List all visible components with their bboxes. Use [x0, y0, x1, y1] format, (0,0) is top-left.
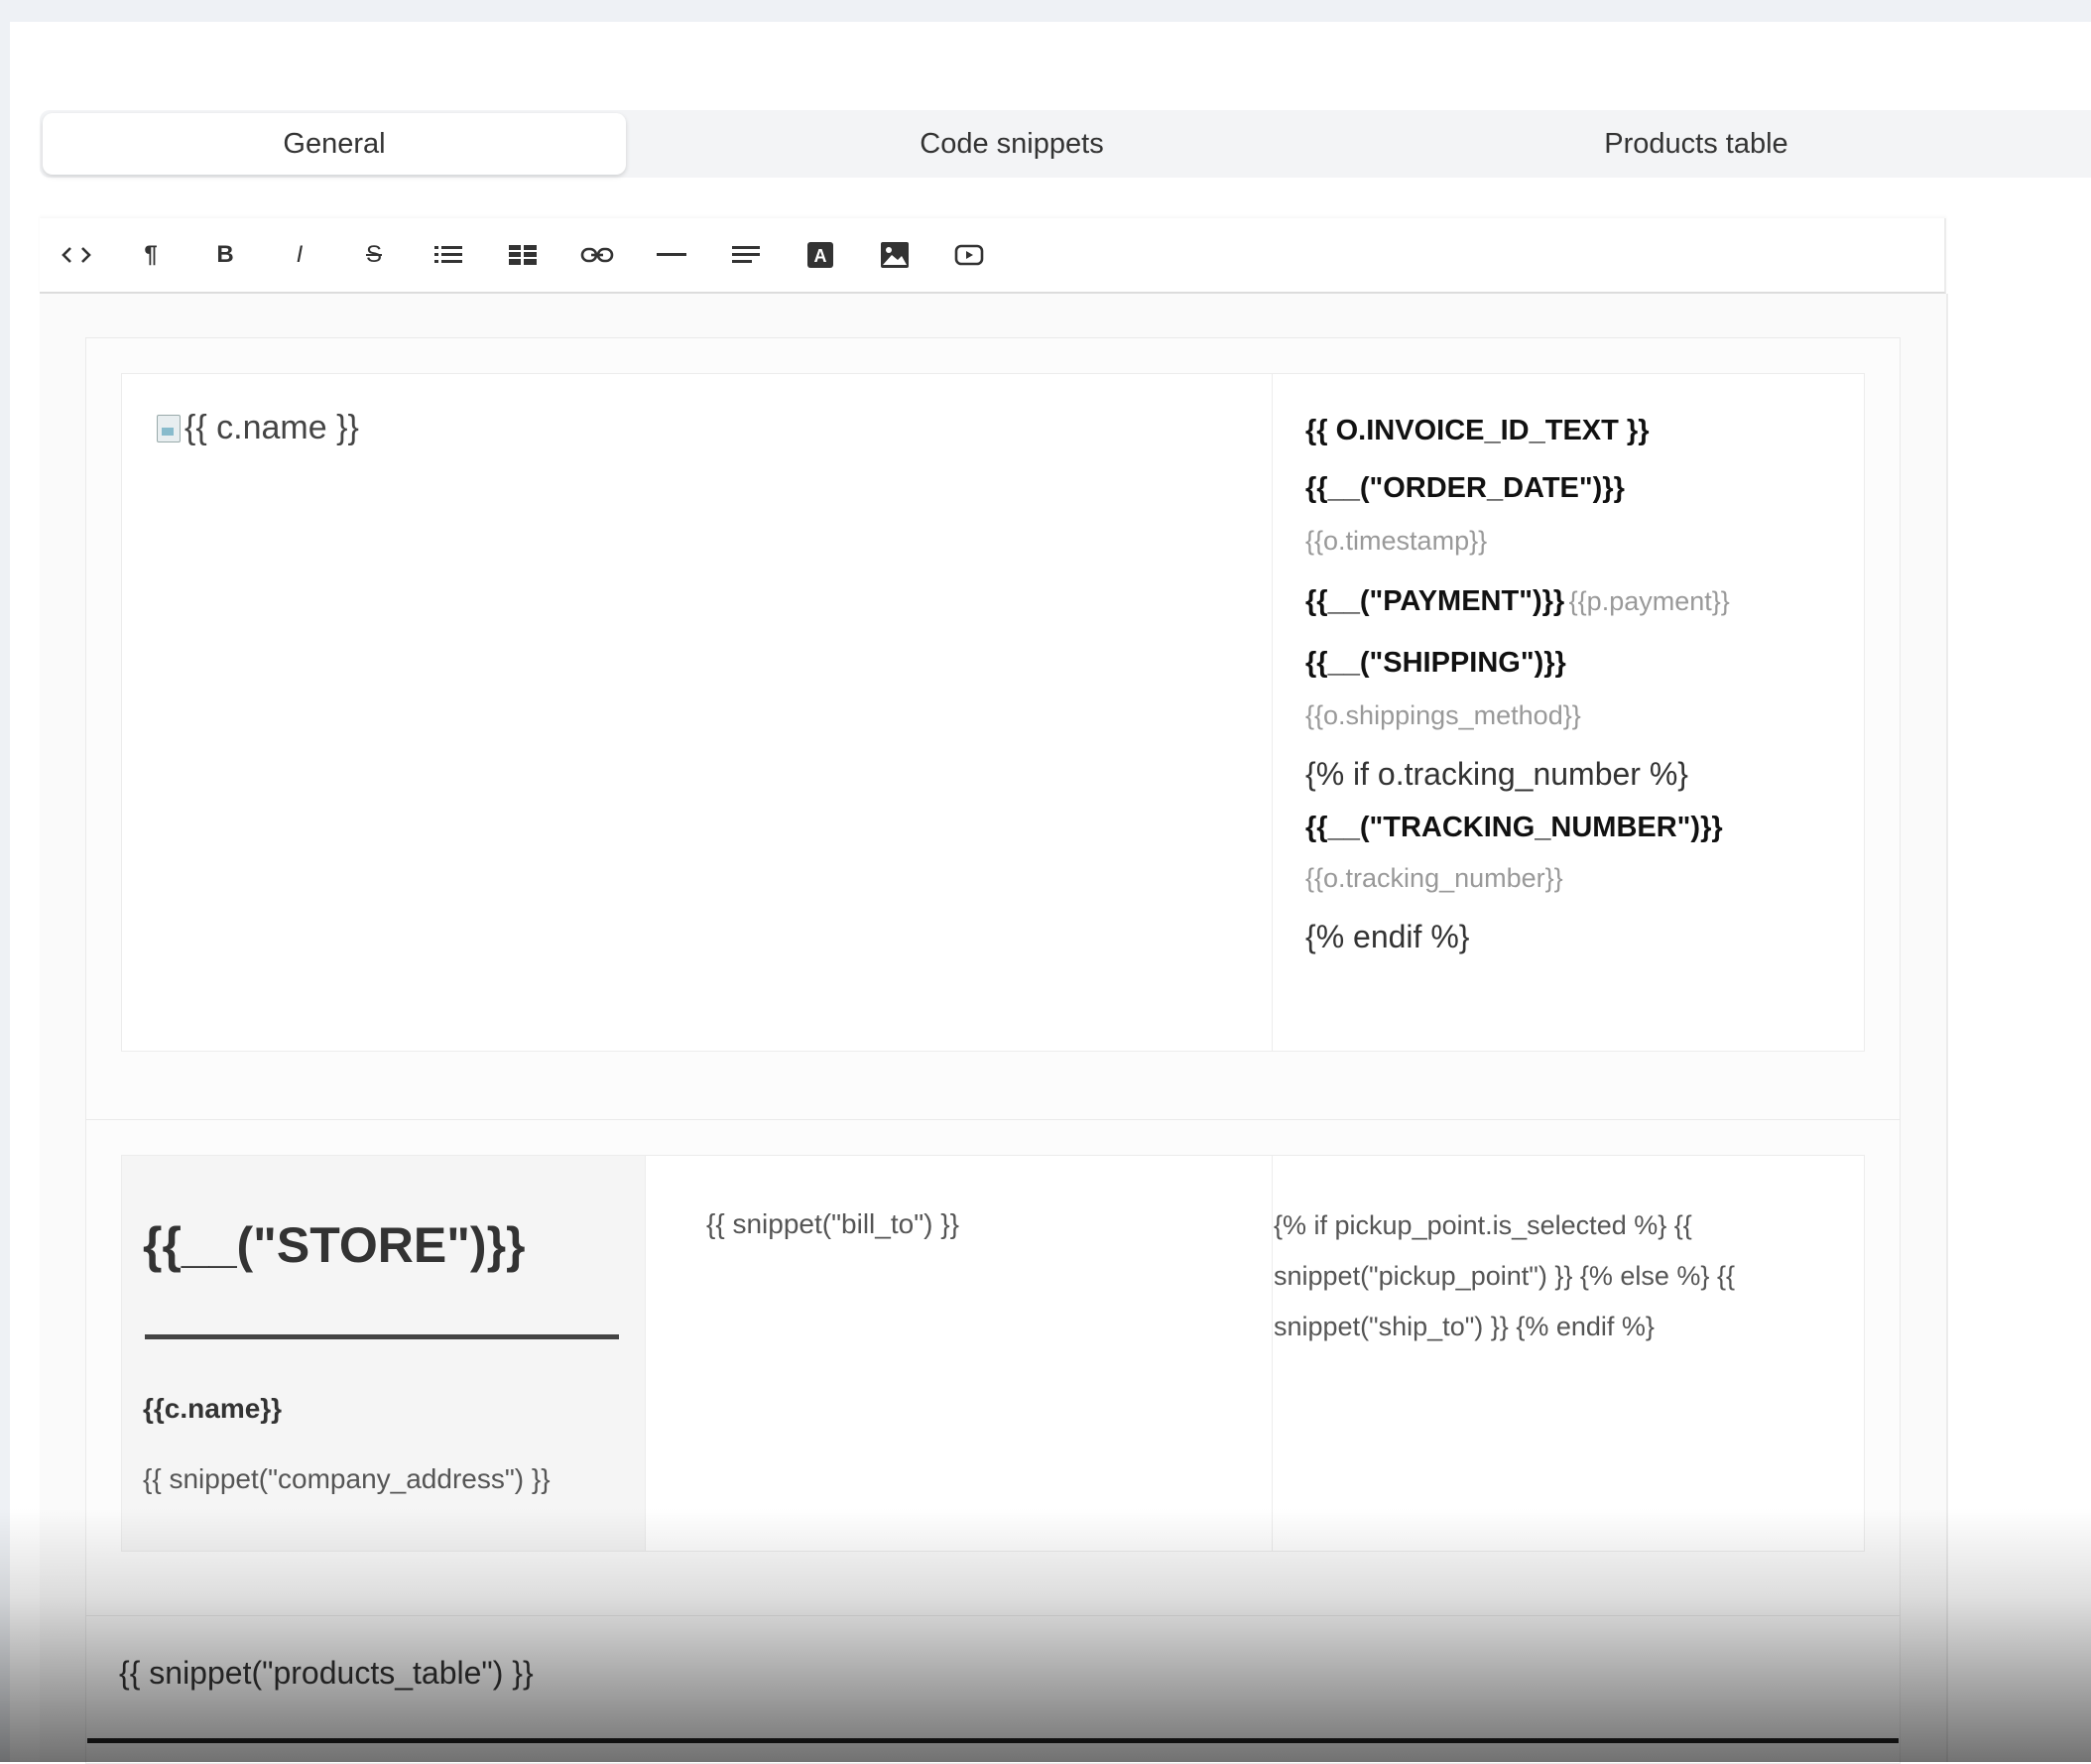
image-icon	[881, 242, 909, 268]
strikethrough-button[interactable]: S	[349, 230, 399, 280]
text-color-icon: A	[807, 242, 833, 268]
italic-button[interactable]: I	[275, 230, 324, 280]
paragraph-button[interactable]: ¶	[126, 230, 176, 280]
shipping-value: {{o.shippings_method}}	[1305, 700, 1581, 730]
shipping-label: {{__("SHIPPING")}}	[1305, 647, 1566, 679]
text-color-button[interactable]: A	[796, 230, 845, 280]
align-icon	[732, 246, 760, 263]
editor-toolbar: ¶ B I S A	[40, 218, 1946, 294]
tracking-number-label: {{__("TRACKING_NUMBER")}}	[1305, 812, 1723, 843]
list-button[interactable]	[424, 230, 473, 280]
bill-to-snippet: {{ snippet("bill_to") }}	[706, 1208, 959, 1239]
store-title: {{__("STORE")}}	[143, 1217, 526, 1273]
store-divider	[145, 1334, 619, 1339]
payment-value: {{p.payment}}	[1568, 586, 1730, 616]
tracking-number-value: {{o.tracking_number}}	[1305, 863, 1563, 893]
insert-video-button[interactable]	[944, 230, 994, 280]
products-divider	[87, 1738, 1899, 1743]
paragraph-icon: ¶	[144, 241, 158, 268]
order-timestamp: {{o.timestamp}}	[1305, 526, 1488, 556]
company-name: {{c.name}}	[143, 1393, 283, 1424]
order-date-label: {{__("ORDER_DATE")}}	[1305, 472, 1625, 504]
logo-cell[interactable]	[121, 373, 1274, 1052]
bold-icon: B	[216, 241, 234, 268]
video-icon	[954, 244, 984, 266]
logo-image: {{ c.name }}	[157, 409, 359, 447]
strikethrough-icon: S	[365, 241, 382, 268]
table-icon	[509, 245, 537, 265]
align-button[interactable]	[721, 230, 771, 280]
invoice-id: {{ O.INVOICE_ID_TEXT }}	[1305, 415, 1650, 446]
tab-bar: General Code snippets Products table	[40, 110, 2091, 178]
code-icon	[62, 247, 91, 263]
company-address: {{ snippet("company_address") }}	[143, 1463, 551, 1494]
broken-image-icon	[157, 414, 181, 442]
tab-general[interactable]: General	[43, 113, 626, 175]
link-icon	[580, 247, 614, 263]
horizontal-rule-icon	[657, 253, 686, 256]
products-table-snippet: {{ snippet("products_table") }}	[119, 1655, 534, 1691]
ship-to-snippet: {% if pickup_point.is_selected %} {{ sni…	[1274, 1210, 1735, 1341]
italic-icon: I	[296, 241, 304, 268]
table-button[interactable]	[498, 230, 548, 280]
logo-alt-text: {{ c.name }}	[184, 409, 359, 446]
bulleted-list-icon	[434, 246, 462, 263]
tab-products-table[interactable]: Products table	[1349, 110, 2043, 178]
tracking-if-tag: {% if o.tracking_number %}	[1305, 756, 1688, 792]
insert-image-button[interactable]	[870, 230, 920, 280]
left-band	[0, 0, 10, 1762]
bold-button[interactable]: B	[200, 230, 250, 280]
code-view-button[interactable]	[52, 230, 101, 280]
link-button[interactable]	[572, 230, 622, 280]
payment-line: {{__("PAYMENT")}} {{p.payment}}	[1305, 585, 1730, 618]
tracking-endif-tag: {% endif %}	[1305, 919, 1470, 954]
tab-code-snippets[interactable]: Code snippets	[675, 110, 1349, 178]
horizontal-rule-button[interactable]	[647, 230, 696, 280]
payment-label: {{__("PAYMENT")}}	[1305, 585, 1565, 617]
top-band	[0, 0, 2091, 22]
svg-text:A: A	[814, 246, 827, 266]
